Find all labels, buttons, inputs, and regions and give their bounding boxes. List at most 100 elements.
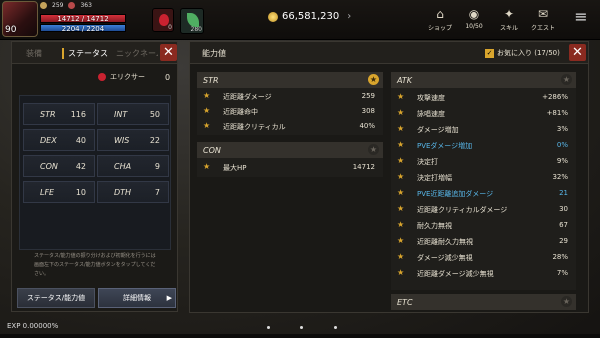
close-icon[interactable]: ✕ <box>160 44 177 61</box>
quest-label: クエスト <box>530 25 555 32</box>
status-tabs: 装備 ステータス ニックネーム ✕ <box>12 42 177 64</box>
mp-bar: 2204 / 2204 <box>40 24 126 33</box>
status-note: ステータス/能力値の振り分けおよび初期化を行うには画面左下のステータス/能力値ボ… <box>34 253 156 277</box>
section-title: ETC <box>397 298 413 307</box>
section-header: STR <box>197 72 383 88</box>
favorites-toggle[interactable]: ✓ お気に入り (17/50) <box>485 48 560 58</box>
stat-key: CON <box>40 162 58 171</box>
star-icon[interactable]: ★ <box>397 268 404 277</box>
star-icon[interactable]: ★ <box>561 74 572 85</box>
status-ability-button[interactable]: ステータス/能力値 <box>17 288 95 308</box>
stat-cha: CHA 9 <box>97 155 169 177</box>
star-icon[interactable]: ★ <box>397 204 404 213</box>
detail-info-button[interactable]: 詳細情報 ▶ <box>98 288 176 308</box>
stat-key: STR <box>40 110 56 119</box>
stat-key: LFE <box>40 188 55 197</box>
stat-row: ★ ダメージ増加 3% <box>391 122 576 138</box>
stat-name: 近距離耐久力無視 <box>417 238 473 246</box>
skill-icon: ✦ <box>503 7 515 21</box>
chevron-right-icon[interactable]: › <box>347 11 351 22</box>
section-header[interactable]: ETC <box>391 294 576 310</box>
stat-name: 耐久力無視 <box>417 222 452 230</box>
tab-equipment[interactable]: 装備 <box>26 48 42 59</box>
star-icon[interactable]: ★ <box>397 172 404 181</box>
star-icon[interactable]: ★ <box>397 92 404 101</box>
stat-row: ★ ダメージ減少無視 28% <box>391 250 576 266</box>
close-icon[interactable]: ✕ <box>569 44 586 61</box>
stat-value: 42 <box>75 162 86 171</box>
stat-value: 3% <box>556 125 568 133</box>
quest-icon: ✉ <box>537 7 549 21</box>
skill-button[interactable]: ✦ スキル <box>494 6 524 36</box>
star-icon[interactable]: ★ <box>203 91 210 100</box>
quest-button[interactable]: ✉ クエスト <box>528 6 558 36</box>
stat-name: PVE近距離追加ダメージ <box>417 190 494 198</box>
exp-label: EXP 0.00000% <box>7 322 59 330</box>
stat-name: ダメージ増加 <box>417 126 459 134</box>
bag-label: 10/50 <box>465 23 483 30</box>
detail-info-label: 詳細情報 <box>123 294 151 302</box>
item-slot[interactable]: 280 <box>180 8 204 34</box>
stat-key: INT <box>114 110 128 119</box>
star-icon[interactable]: ★ <box>397 156 404 165</box>
status-panel: 装備 ステータス ニックネーム ✕ エリクサー 0 STR 116 INT 50 D… <box>11 41 178 312</box>
mp-text: 2204 / 2204 <box>61 25 105 33</box>
stat-value: 50 <box>149 110 160 119</box>
tab-nickname[interactable]: ニックネーム <box>116 48 158 59</box>
stat-con: CON 42 <box>23 155 95 177</box>
star-icon[interactable]: ★ <box>397 108 404 117</box>
stat-row: ★ 近距離クリティカルダメージ 30 <box>391 202 576 218</box>
str-section: STR ★ ★ 近距離ダメージ 259 ★ 近距離命中 308 ★ 近距離クリティカル 40… <box>197 72 383 135</box>
potion-slot[interactable]: 0 <box>152 8 174 32</box>
stat-name: 決定打増幅 <box>417 174 452 182</box>
star-icon[interactable]: ★ <box>397 220 404 229</box>
buff-icon <box>68 2 76 9</box>
stat-name: 近距離クリティカルダメージ <box>417 206 508 214</box>
avatar[interactable]: 90 <box>2 1 38 37</box>
tab-status[interactable]: ステータス <box>62 48 108 59</box>
skill-label: スキル <box>499 25 518 32</box>
stat-value: 7 <box>154 188 160 197</box>
stat-value: +286% <box>542 93 568 101</box>
buff-bar: 259 363 <box>40 2 92 9</box>
stat-name: 近距離ダメージ <box>223 93 272 101</box>
elixir-label-group: エリクサー <box>98 72 145 82</box>
star-icon[interactable]: ★ <box>368 144 379 155</box>
bag-button[interactable]: ◉ 10/50 <box>459 6 489 36</box>
stat-name: 近距離ダメージ減少無視 <box>417 270 494 278</box>
star-icon[interactable]: ★ <box>397 236 404 245</box>
ability-header: 能力値 ✓ お気に入り (17/50) ✕ <box>190 42 588 64</box>
stat-value: 7% <box>556 269 568 277</box>
star-icon[interactable]: ★ <box>397 140 404 149</box>
stat-name: 攻撃速度 <box>417 94 445 102</box>
star-icon[interactable]: ★ <box>203 162 210 171</box>
star-icon[interactable]: ★ <box>203 106 210 115</box>
gold-amount: 66,581,230 <box>282 11 340 22</box>
section-title: ATK <box>397 76 413 85</box>
stat-key: DTH <box>114 188 132 197</box>
menu-icon[interactable]: ≡ <box>572 8 590 26</box>
stat-key: CHA <box>114 162 132 171</box>
stat-value: 308 <box>361 107 375 115</box>
star-icon[interactable]: ★ <box>397 124 404 133</box>
stat-row: ★ 近距離耐久力無視 29 <box>391 234 576 250</box>
stat-key: WIS <box>114 136 130 145</box>
shop-button[interactable]: ⌂ ショップ <box>425 6 455 36</box>
stat-value: 30 <box>559 205 568 213</box>
stat-row: ★ 決定打増幅 32% <box>391 170 576 186</box>
stat-row: ★ PVEダメージ増加 0% <box>391 138 576 154</box>
stat-str: STR 116 <box>23 103 95 125</box>
hp-bar: 14712 / 14712 <box>40 14 126 23</box>
star-icon[interactable]: ★ <box>561 296 572 307</box>
bag-icon: ◉ <box>468 7 480 21</box>
buff-value: 363 <box>80 2 92 9</box>
exp-bar <box>0 334 600 338</box>
stat-row: ★ 近距離クリティカル 40% <box>197 119 383 135</box>
stat-row: ★ 近距離ダメージ減少無視 7% <box>391 266 576 282</box>
star-icon[interactable]: ★ <box>397 188 404 197</box>
star-icon[interactable]: ★ <box>397 252 404 261</box>
stat-dex: DEX 40 <box>23 129 95 151</box>
shop-icon: ⌂ <box>436 7 444 21</box>
star-icon[interactable]: ★ <box>203 121 210 130</box>
star-icon[interactable]: ★ <box>368 74 379 85</box>
